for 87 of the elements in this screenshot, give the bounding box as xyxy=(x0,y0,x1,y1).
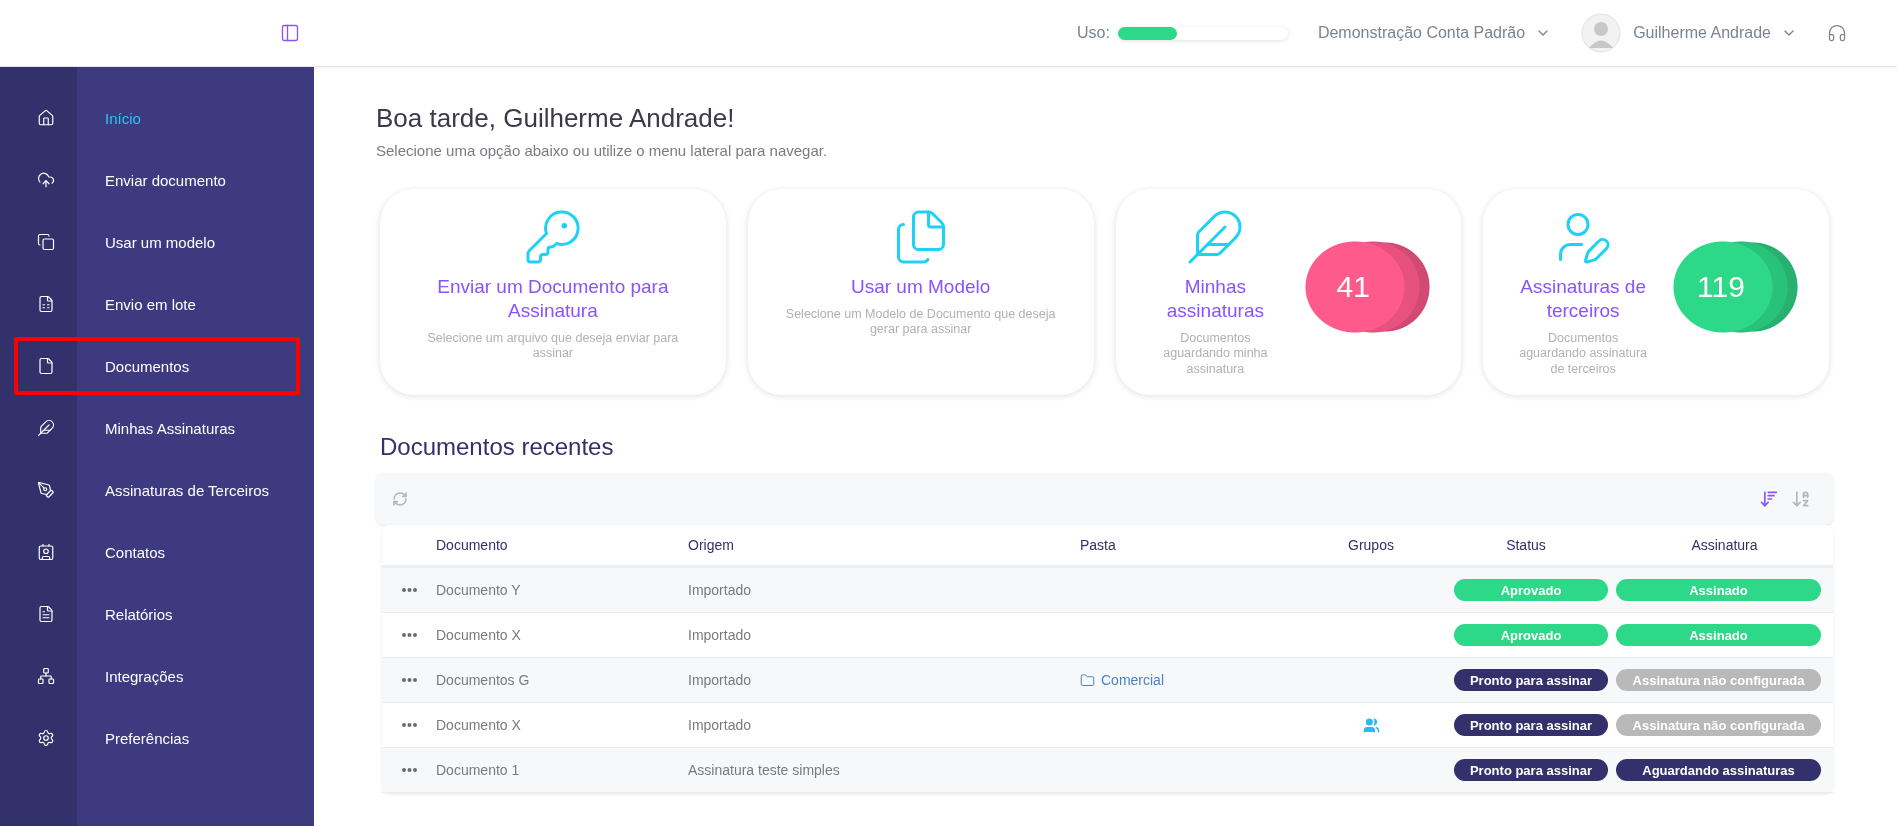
table-cell-text: Documento X xyxy=(436,717,522,733)
table-cell-text: Documento 1 xyxy=(436,762,521,778)
card-description: Documentos aguardando assinatura de terceiros xyxy=(1518,330,1649,378)
card-title: Assinaturas de terceiros xyxy=(1519,275,1647,323)
table-cell-text: Documento X xyxy=(436,627,522,643)
table-cell-text: Importado xyxy=(688,717,753,733)
network-icon xyxy=(36,667,55,685)
spreadsheet-file-icon xyxy=(36,295,55,313)
account-dropdown[interactable]: Demonstração Conta Padrão xyxy=(1317,24,1552,42)
column-header: Status xyxy=(1505,537,1547,553)
folder-icon xyxy=(1080,672,1095,688)
table-cell-text: Documentos G xyxy=(436,672,531,688)
signature-badge: Assinatura não configurada xyxy=(1616,714,1821,736)
usage-label: Uso: xyxy=(1077,24,1110,42)
counter-bubble: 41 xyxy=(1305,241,1432,333)
settings-icon xyxy=(36,729,55,747)
row-menu-button[interactable] xyxy=(401,678,417,682)
shortcut-card[interactable]: Enviar um Documento para Assinatura Selecione um arquivo que deseja enviar para assinar xyxy=(380,189,726,395)
greeting-subtitle: Selecione uma opção abaixo ou utilize o menu lateral para navegar. xyxy=(376,142,829,159)
file-icon xyxy=(36,357,55,375)
cloud-upload-icon xyxy=(36,171,55,189)
sidebar-item[interactable]: Preferências xyxy=(14,709,300,767)
support-headset-icon[interactable] xyxy=(1827,23,1847,43)
status-badge: Aprovado xyxy=(1454,579,1608,601)
table-cell-text: Importado xyxy=(688,672,753,688)
status-badge: Pronto para assinar xyxy=(1454,759,1608,781)
card-title: Minhas assinaturas xyxy=(1165,275,1265,323)
table-cell-text: Documento Y xyxy=(436,582,522,598)
signature-badge: Assinatura não configurada xyxy=(1616,669,1821,691)
status-badge: Aprovado xyxy=(1454,624,1608,646)
counter-bubble: 119 xyxy=(1673,241,1799,333)
more-icon xyxy=(401,678,417,682)
card-description: Selecione um Modelo de Documento que deseja gerar para assinar xyxy=(784,306,1057,338)
sort-az-icon xyxy=(1791,489,1811,509)
column-header: Grupos xyxy=(1347,537,1395,553)
status-badge: Pronto para assinar xyxy=(1454,714,1608,736)
card-title: Enviar um Documento para Assinatura xyxy=(436,275,670,323)
row-menu-button[interactable] xyxy=(401,588,417,592)
signature-badge: Assinado xyxy=(1616,579,1821,601)
card-description: Selecione um arquivo que deseja enviar para assinar xyxy=(426,330,680,362)
table-cell-text: Assinatura teste simples xyxy=(688,762,841,778)
sidebar-item[interactable]: Documentos xyxy=(14,337,300,395)
folder-link[interactable]: Comercial xyxy=(1080,672,1306,688)
copy-icon xyxy=(36,233,55,251)
sidebar-item[interactable]: Integrações xyxy=(14,647,300,705)
sidebar-item[interactable]: Relatórios xyxy=(14,585,300,643)
table-cell-text: Importado xyxy=(688,582,753,598)
more-icon xyxy=(401,723,417,727)
more-icon xyxy=(401,588,417,592)
sidebar-item[interactable]: Contatos xyxy=(14,523,300,581)
section-title: Documentos recentes xyxy=(380,433,615,461)
sidebar-item[interactable]: Assinaturas de Terceiros xyxy=(14,461,300,519)
table-cell-text: Importado xyxy=(688,627,753,643)
card-description: Documentos aguardando minha assinatura xyxy=(1162,330,1269,378)
sidebar-toggle-icon[interactable] xyxy=(280,23,300,43)
sort-descending-button[interactable] xyxy=(1759,489,1779,509)
greeting-title: Boa tarde, Guilherme Andrade! xyxy=(376,103,736,134)
card-title: Usar um Modelo xyxy=(850,275,991,299)
sidebar-item[interactable]: Início xyxy=(14,89,300,147)
shortcut-card[interactable]: Minhas assinaturas Documentos aguardando minha assinatura 41 xyxy=(1115,189,1462,395)
contact-card-icon xyxy=(36,543,55,561)
feather-icon xyxy=(36,419,55,437)
shortcut-card[interactable]: Usar um Modelo Selecione um Modelo de Documento que deseja gerar para assinar xyxy=(747,189,1094,395)
row-menu-button[interactable] xyxy=(401,723,417,727)
row-menu-button[interactable] xyxy=(401,768,417,772)
sidebar-item[interactable]: Usar um modelo xyxy=(14,213,300,271)
avatar-icon xyxy=(1581,13,1622,53)
column-header: Origem xyxy=(688,537,735,553)
column-header: Assinatura xyxy=(1690,537,1759,553)
signature-badge: Assinado xyxy=(1616,624,1821,646)
more-icon xyxy=(401,768,417,772)
home-icon xyxy=(36,109,55,127)
refresh-icon xyxy=(392,491,408,507)
column-header: Documento xyxy=(436,537,509,553)
user-dropdown[interactable]: Guilherme Andrade xyxy=(1633,24,1797,42)
sidebar-item[interactable]: Envio em lote xyxy=(14,275,300,333)
row-menu-button[interactable] xyxy=(401,633,417,637)
document-icon xyxy=(36,605,55,623)
sidebar-item[interactable]: Enviar documento xyxy=(14,151,300,209)
column-header: Pasta xyxy=(1080,537,1117,553)
more-icon xyxy=(401,633,417,637)
signature-badge: Aguardando assinaturas xyxy=(1616,759,1821,781)
pen-icon xyxy=(36,481,55,499)
sort-descending-icon xyxy=(1759,489,1779,509)
sidebar-item[interactable]: Minhas Assinaturas xyxy=(14,399,300,457)
status-badge: Pronto para assinar xyxy=(1454,669,1608,691)
shortcut-card[interactable]: Assinaturas de terceiros Documentos aguardando assinatura de terceiros 119 xyxy=(1483,189,1829,395)
